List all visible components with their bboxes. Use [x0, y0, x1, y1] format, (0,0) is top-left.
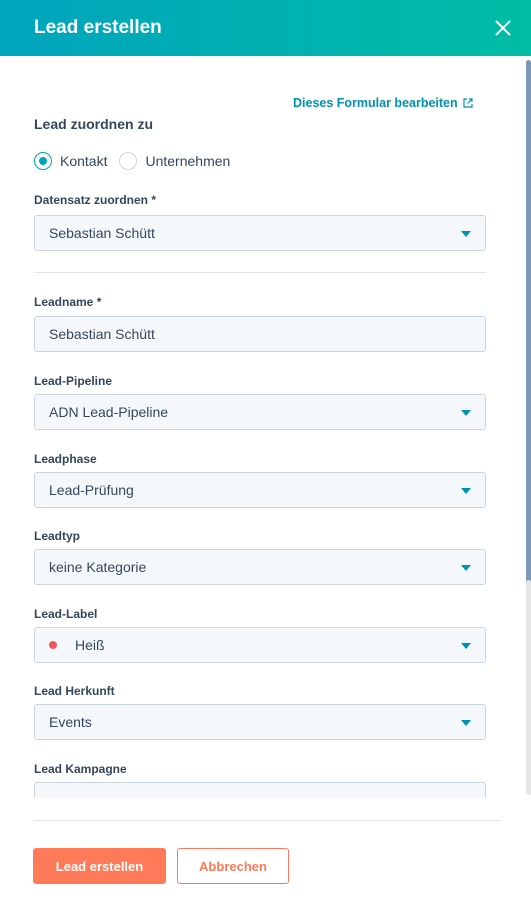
external-link-icon — [463, 98, 473, 108]
cancel-button[interactable]: Abbrechen — [177, 848, 289, 884]
chevron-down-icon — [461, 643, 471, 649]
divider — [34, 272, 486, 273]
type-label: Leadtyp — [34, 529, 81, 543]
radio-company[interactable]: Unternehmen — [119, 152, 230, 170]
type-select[interactable]: keine Kategorie — [34, 549, 486, 585]
type-value: keine Kategorie — [49, 559, 147, 575]
leadname-value: Sebastian Schütt — [49, 326, 155, 342]
scrollbar-thumb[interactable] — [526, 60, 531, 584]
pipeline-value: ADN Lead-Pipeline — [49, 404, 169, 420]
campaign-select[interactable] — [34, 782, 486, 798]
association-radio-group: Kontakt Unternehmen — [34, 152, 242, 170]
chevron-down-icon — [461, 410, 471, 416]
lead-label-label: Lead-Label — [34, 607, 98, 621]
edit-form-link[interactable]: Dieses Formular bearbeiten — [293, 96, 473, 110]
chevron-down-icon — [461, 720, 471, 726]
form-scroll-area[interactable]: Dieses Formular bearbeiten Lead zuordnen… — [0, 56, 531, 798]
create-lead-button[interactable]: Lead erstellen — [33, 848, 166, 884]
source-select[interactable]: Events — [34, 704, 486, 740]
leadname-label: Leadname * — [34, 295, 102, 309]
record-label: Datensatz zuordnen * — [34, 193, 157, 207]
radio-contact-label: Kontakt — [60, 153, 108, 169]
section-title: Lead zuordnen zu — [34, 116, 153, 132]
radio-company-label: Unternehmen — [145, 153, 231, 169]
phase-label: Leadphase — [34, 452, 97, 466]
scrollbar-track[interactable] — [526, 580, 531, 795]
radio-company-indicator[interactable] — [119, 152, 138, 170]
edit-form-link-label: Dieses Formular bearbeiten — [293, 96, 458, 110]
lead-label-select[interactable]: Heiß — [34, 627, 486, 663]
panel-header: Lead erstellen — [0, 0, 531, 56]
lead-label-value: Heiß — [75, 637, 105, 653]
leadname-input[interactable]: Sebastian Schütt — [34, 316, 486, 352]
chevron-down-icon — [461, 488, 471, 494]
phase-select[interactable]: Lead-Prüfung — [34, 472, 486, 508]
record-value: Sebastian Schütt — [49, 225, 155, 241]
chevron-down-icon — [461, 565, 471, 571]
chevron-down-icon — [461, 231, 471, 237]
panel-title: Lead erstellen — [34, 17, 162, 38]
pipeline-label: Lead-Pipeline — [34, 374, 113, 388]
pipeline-select[interactable]: ADN Lead-Pipeline — [34, 394, 486, 430]
source-value: Events — [49, 714, 92, 730]
campaign-label: Lead Kampagne — [34, 762, 127, 776]
record-select[interactable]: Sebastian Schütt — [34, 215, 486, 251]
source-label: Lead Herkunft — [34, 684, 115, 698]
close-icon[interactable] — [493, 18, 513, 38]
radio-contact-indicator[interactable] — [34, 152, 52, 170]
footer-divider — [34, 820, 501, 821]
status-dot-icon — [49, 641, 57, 649]
phase-value: Lead-Prüfung — [49, 482, 134, 498]
radio-contact[interactable]: Kontakt — [34, 152, 107, 170]
